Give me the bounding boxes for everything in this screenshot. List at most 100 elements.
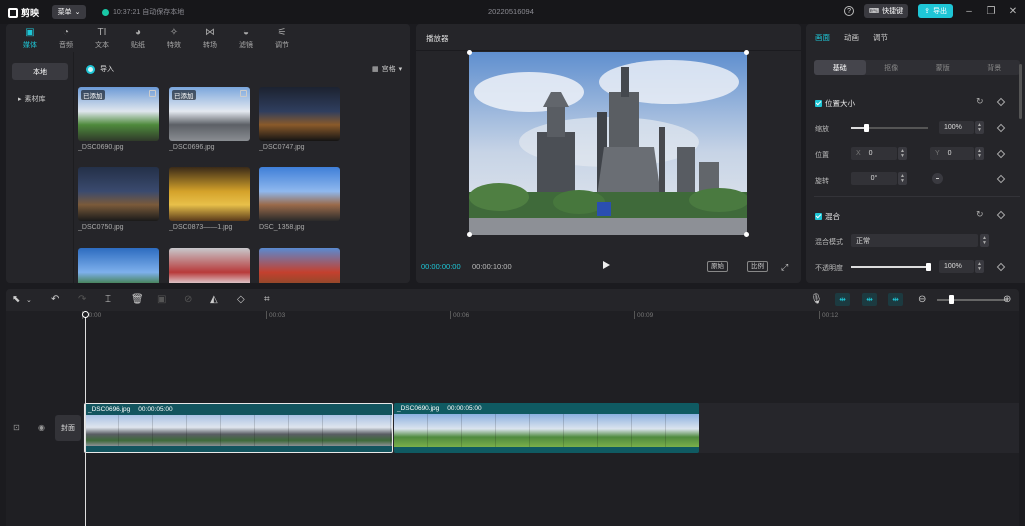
media-thumbnail[interactable] [169,248,250,283]
microphone-icon[interactable]: 🎙 [810,294,823,306]
chevron-down-icon[interactable]: ⌄ [26,295,32,307]
blend-header[interactable]: 混合 [815,211,840,222]
undo-icon[interactable]: ↶ [51,294,59,306]
blend-mode-chevron-icon[interactable]: ▲ ▼ [980,234,989,247]
keyframe-icon[interactable] [996,149,1006,159]
import-button[interactable]: 导入 [86,64,114,74]
reset-icon[interactable]: ↻ [976,209,984,220]
position-y-field[interactable]: Y 0 [930,147,974,160]
ratio-button[interactable]: 比例 [747,261,768,272]
position-size-header[interactable]: 位置大小 [815,98,855,109]
scale-value[interactable]: 100% [939,121,974,134]
keyframe-icon[interactable] [996,210,1006,220]
rotate-dial-icon[interactable] [932,173,943,184]
nav-local[interactable]: 本地 [12,63,68,80]
props-subtab[interactable]: 蒙版 [917,60,969,75]
blend-mode-select[interactable]: 正常 [851,234,978,247]
x-stepper[interactable]: ▲ ▼ [898,147,907,160]
clip-name: _DSC0690.jpg [397,405,440,412]
clip-frame [255,415,289,446]
auto-snap-icon[interactable]: ⇹ [862,293,877,306]
linkage-icon[interactable]: ⇹ [888,293,903,306]
media-thumbnail[interactable]: 已添加 [169,87,250,141]
y-stepper[interactable]: ▲ ▼ [975,147,984,160]
track-audio-icon[interactable]: ◉ [38,423,45,432]
zoom-out-icon[interactable]: ⊖ [918,294,926,306]
position-x-field[interactable]: X 0 [851,147,897,160]
mirror-icon[interactable]: ◭ [210,294,218,306]
opacity-slider-knob[interactable] [926,263,931,271]
restore-icon[interactable]: ❐ [985,6,997,17]
tab-transition[interactable]: ⋈ 转场 [192,24,228,52]
zoom-slider-knob[interactable] [949,295,954,304]
nav-material-library[interactable]: ▸ 素材库 [12,90,68,107]
keyframe-icon[interactable] [996,97,1006,107]
media-thumbnail[interactable] [259,167,340,221]
props-tab[interactable]: 动画 [844,32,859,43]
props-subtab[interactable]: 基础 [814,60,866,75]
tab-effects[interactable]: ✧ 特效 [156,24,192,52]
resize-handle[interactable] [744,50,749,55]
original-button[interactable]: 原始 [707,261,728,272]
view-mode-button[interactable]: ▦ 宫格 ▾ [372,64,402,74]
resize-handle[interactable] [744,232,749,237]
minimize-icon[interactable]: – [963,6,975,17]
zoom-slider[interactable] [937,299,1008,301]
playhead[interactable] [85,311,86,526]
fullscreen-icon[interactable]: ⤢ [781,262,788,273]
tab-audio[interactable]: ◔ 音频 [48,24,84,52]
play-icon[interactable] [603,261,610,269]
scale-stepper[interactable]: ▲ ▼ [975,121,984,134]
reset-icon[interactable]: ↻ [976,96,984,107]
close-icon[interactable]: ✕ [1007,6,1019,17]
keyframe-icon[interactable] [996,262,1006,272]
keyframe-icon[interactable] [996,174,1006,184]
cover-button[interactable]: 封面 [55,415,81,441]
props-subtab[interactable]: 背景 [969,60,1021,75]
rotate-icon[interactable]: ◇ [237,294,245,306]
delete-icon[interactable]: 🗑 [131,294,144,306]
properties-scrollbar[interactable] [1019,64,1022,119]
resize-handle[interactable] [467,50,472,55]
tab-filter[interactable]: ◒ 滤镜 [228,24,264,52]
media-thumbnail[interactable] [169,167,250,221]
select-cursor-icon[interactable]: ⬉ [12,294,20,306]
zoom-in-icon[interactable]: ⊕ [1003,294,1011,306]
tab-sticker[interactable]: ◕ 贴纸 [120,24,156,52]
resize-handle[interactable] [467,232,472,237]
opacity-stepper[interactable]: ▲ ▼ [975,260,984,273]
select-box-icon[interactable] [240,90,247,97]
tab-adjust[interactable]: ⚟ 调节 [264,24,300,52]
media-thumbnail[interactable] [259,87,340,141]
media-thumbnail[interactable] [78,248,159,283]
crop-icon[interactable]: ⌗ [264,294,270,306]
checkbox-icon[interactable] [815,213,822,220]
menu-button[interactable]: 菜单 ⌄ [52,5,86,19]
keyframe-icon[interactable] [996,123,1006,133]
props-tab[interactable]: 调节 [873,32,888,43]
track-lock-icon[interactable]: ⊡ [13,423,20,432]
scale-slider-knob[interactable] [864,124,870,132]
media-thumbnail[interactable] [259,248,340,283]
export-button[interactable]: ⇪ 导出 [918,4,953,18]
timeline[interactable]: 00:00 00:03 00:06 00:09 00:12 ⊡ ◉ 封面 _DSC069… [6,311,1019,526]
rotate-stepper[interactable]: ▲ ▼ [898,172,907,185]
main-track-magnet-icon[interactable]: ⇹ [835,293,850,306]
props-tab[interactable]: 画面 [815,32,830,43]
tab-media[interactable]: ▣ 媒体 [12,24,48,52]
select-box-icon[interactable] [149,90,156,97]
split-icon[interactable]: ⌶ [105,294,111,306]
help-icon[interactable]: ? [844,6,855,16]
media-thumbnail[interactable] [78,167,159,221]
rotate-value[interactable]: 0° [851,172,897,185]
timeline-clip[interactable]: _DSC0690.jpg 00:00:05:00 [394,403,699,453]
shortcut-button[interactable]: ⌨ 快捷键 [864,4,909,18]
checkbox-icon[interactable] [815,100,822,107]
opacity-value[interactable]: 100% [939,260,974,273]
video-preview[interactable] [469,52,747,235]
timeline-clip[interactable]: _DSC0696.jpg 00:00:05:00 [84,403,393,453]
playhead-handle[interactable] [82,311,89,318]
tab-text[interactable]: TI 文本 [84,24,120,52]
props-subtab[interactable]: 抠像 [866,60,918,75]
media-thumbnail[interactable]: 已添加 [78,87,159,141]
